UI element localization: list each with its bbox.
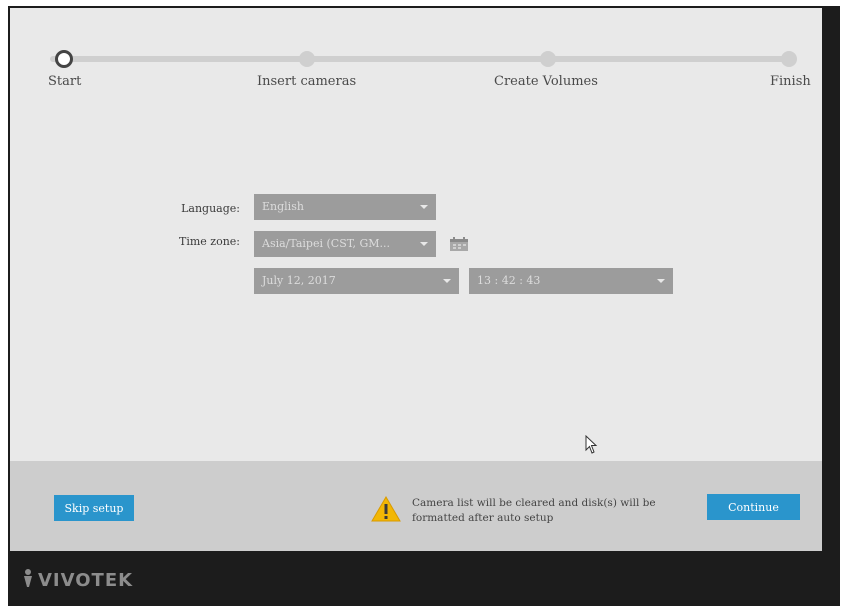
chevron-down-icon [443,279,451,283]
date-value: July 12, 2017 [262,274,336,287]
timezone-select[interactable]: Asia/Taipei (CST, GM... [254,231,436,257]
mouse-cursor-icon [585,435,598,454]
stepper-track [50,56,788,62]
step-label-insert-cameras: Insert cameras [257,74,357,89]
vivotek-logo-mark-icon [24,569,32,587]
step-dot-create-volumes [540,51,556,67]
chevron-down-icon [657,279,665,283]
continue-button[interactable]: Continue [707,494,800,520]
time-value: 13 : 42 : 43 [477,274,541,287]
vivotek-logo: VIVOTEK [38,570,134,591]
step-label-finish: Finish [770,74,811,89]
time-select[interactable]: 13 : 42 : 43 [469,268,673,294]
language-label: Language: [181,202,240,215]
warning-icon [371,496,401,522]
chevron-down-icon [420,205,428,209]
language-value: English [262,200,304,213]
step-dot-insert-cameras [299,51,315,67]
date-select[interactable]: July 12, 2017 [254,268,459,294]
timezone-label: Time zone: [178,235,240,248]
step-dot-start [55,50,73,68]
timezone-value: Asia/Taipei (CST, GM... [262,237,390,250]
step-dot-finish [781,51,797,67]
step-label-start: Start [48,74,82,89]
warning-message: Camera list will be cleared and disk(s) … [412,497,656,524]
calendar-icon[interactable] [449,236,469,252]
language-select[interactable]: English [254,194,436,220]
step-label-create-volumes: Create Volumes [494,74,598,89]
skip-setup-button[interactable]: Skip setup [54,495,134,521]
chevron-down-icon [420,242,428,246]
